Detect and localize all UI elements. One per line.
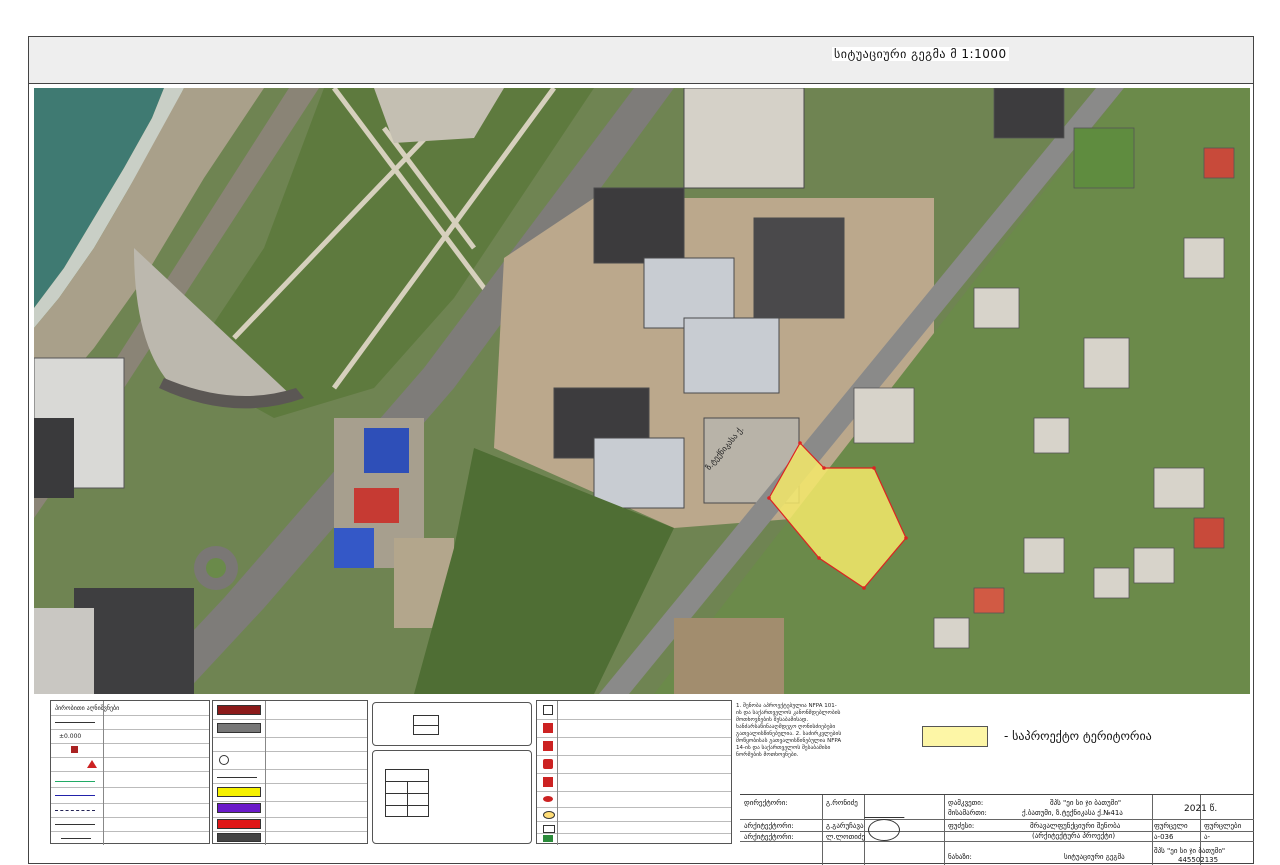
legend-panel-schema-2 (372, 750, 532, 844)
legend-key-label: - საპროექტო ტერიტორია (1004, 729, 1152, 743)
sheet-value: სიტუაციური გეგმა (1064, 853, 1125, 861)
legend-panel-symbols (536, 700, 732, 845)
sheet-code: ა-036 (1154, 833, 1174, 841)
client-label: დამკვეთი: (948, 799, 984, 807)
title-bar (28, 36, 1254, 84)
legend-key-swatch (922, 726, 988, 747)
title-block: დირექტორი: გ.რონიძე არქიტექტორი: გ.გარუჩ… (740, 794, 1254, 865)
aerial-map[interactable] (34, 88, 1250, 694)
sheet-title: სიტუაციური გეგმა მ 1:1000 (832, 47, 1009, 61)
architect-signature (868, 819, 900, 841)
director-name: გ.რონიძე (826, 799, 858, 807)
fire-hose-icon (543, 759, 553, 769)
map-drawing (34, 88, 1250, 694)
sheets-label: ფურცლები (1204, 822, 1242, 830)
elevation-label: ±0.000 (59, 733, 82, 740)
format-label: ფურცელი (1154, 822, 1188, 830)
field-bottom (674, 618, 784, 694)
alarm-icon (543, 777, 553, 787)
address-label: მისამართი: (948, 809, 987, 817)
legend-panel-swatches (212, 700, 368, 845)
swatch-yellow (217, 787, 261, 797)
project-notes: 1. შენობა აპროექტებულია NFPA 101-ის და ს… (736, 703, 842, 758)
sheet-code-2: ა- (1204, 833, 1211, 841)
legend-panel-schema-1 (372, 702, 532, 746)
architect2-name: ლ.ლოთიძე (826, 833, 866, 841)
director-signature (864, 797, 912, 818)
swatch-purple (217, 803, 261, 813)
company-name: შპს "ეი სი ჯი ბათუმი" (1154, 847, 1226, 855)
legend-header: პირობითი აღნიშვნები (55, 705, 120, 712)
director-label: დირექტორი: (744, 799, 788, 807)
light-icon (543, 811, 555, 819)
legend-square-icon (71, 746, 78, 753)
sign-icon (543, 825, 555, 833)
lamp-icon (543, 796, 553, 802)
exit-icon (543, 835, 553, 842)
swatch-dark-red (217, 705, 261, 715)
client-value: შპს "ეი სი ჯი ბათუმი" (1050, 799, 1122, 807)
swatch-dark (217, 833, 261, 842)
stage-value-2: (არქიტექტურა პროექტი) (1032, 832, 1116, 840)
company-id: 445502135 (1178, 856, 1219, 864)
symbol-box-icon (543, 705, 553, 715)
swatch-red (217, 819, 261, 829)
fire-extinguisher-icon (543, 723, 553, 733)
stage-label: ფუძესი: (948, 822, 975, 830)
architect2-label: არქიტექტორი: (744, 833, 794, 841)
architect-name: გ.გარუჩავა (826, 822, 864, 830)
hydrant-icon (543, 741, 553, 751)
legend-triangle-icon (87, 760, 97, 768)
swatch-gray (217, 723, 261, 733)
legend-panel-lines: პირობითი აღნიშვნები ±0.000 (50, 700, 210, 845)
architect-label: არქიტექტორი: (744, 822, 794, 830)
stage-value: მრავალფუნქციური შენობა (1030, 822, 1121, 830)
address-value: ქ.ბათუმი, ზ.ტექნიკასა ქ.№41ა (1022, 809, 1123, 817)
legend-circle-icon (219, 755, 229, 765)
year: 2021 წ. (1184, 804, 1218, 814)
sheet-label: ნახაზი: (948, 853, 972, 861)
